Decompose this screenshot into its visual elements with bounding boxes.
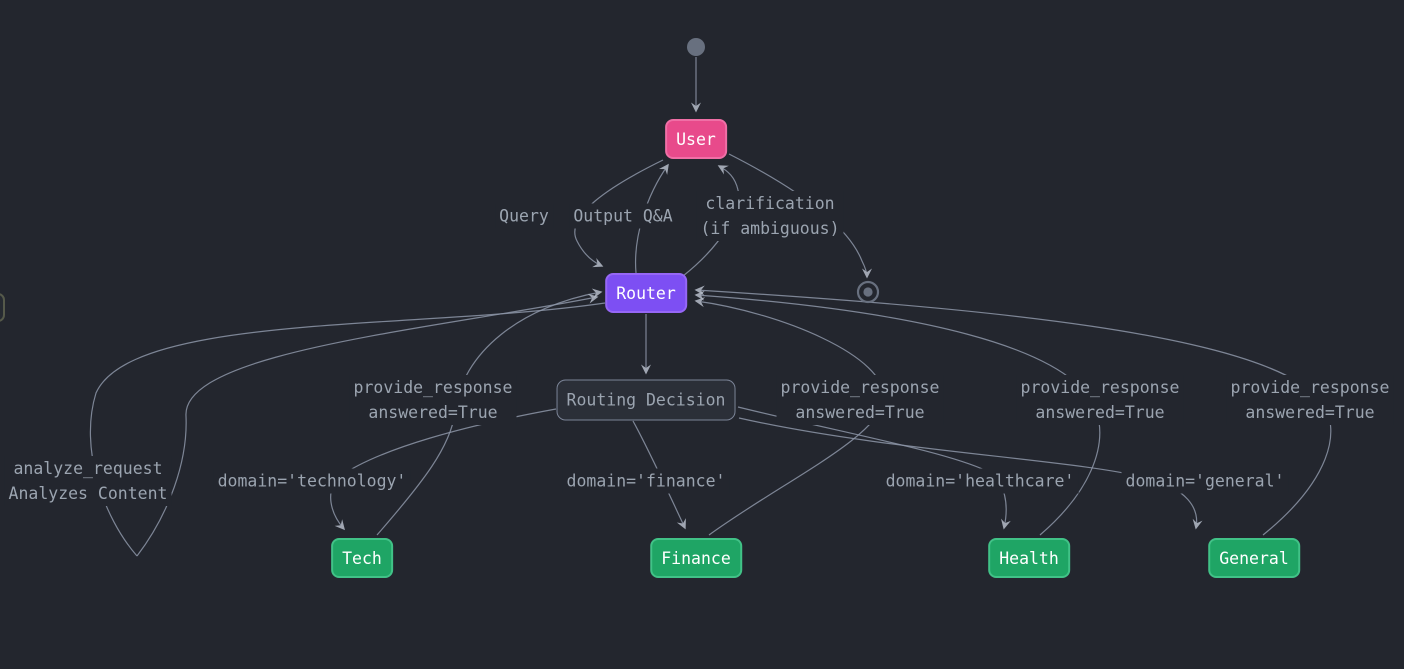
edge-label-provide-response-health: provide_response answered=True <box>1017 375 1184 425</box>
end-state-node <box>858 282 878 302</box>
edge-label-provide-response-finance: provide_response answered=True <box>777 375 944 425</box>
node-finance: Finance <box>650 538 742 578</box>
edge-label-output-qa: Output Q&A <box>569 204 676 229</box>
edge-router-selfloop-back <box>137 297 597 556</box>
edge-label-provide-response-general: provide_response answered=True <box>1227 375 1394 425</box>
edge-label-clarification: clarification (if ambiguous) <box>696 191 843 241</box>
node-routing-decision: Routing Decision <box>557 380 736 421</box>
node-health: Health <box>988 538 1070 578</box>
edge-label-query: Query <box>495 204 553 229</box>
node-user: User <box>665 119 727 159</box>
edge-decision-to-health <box>738 407 1006 528</box>
edge-label-analyze-request: analyze_request Analyzes Content <box>5 456 172 506</box>
start-state-node <box>687 38 705 56</box>
cutoff-node-left-edge <box>0 294 4 321</box>
node-general: General <box>1208 538 1300 578</box>
edge-label-provide-response-tech: provide_response answered=True <box>350 375 517 425</box>
node-router: Router <box>605 273 687 313</box>
node-tech: Tech <box>331 538 393 578</box>
edge-label-domain-finance: domain='finance' <box>563 469 730 494</box>
edge-label-domain-general: domain='general' <box>1122 469 1289 494</box>
state-diagram-canvas: Query Output Q&A clarification (if ambig… <box>0 0 1404 669</box>
edge-label-domain-technology: domain='technology' <box>214 469 411 494</box>
edge-label-domain-healthcare: domain='healthcare' <box>882 469 1079 494</box>
